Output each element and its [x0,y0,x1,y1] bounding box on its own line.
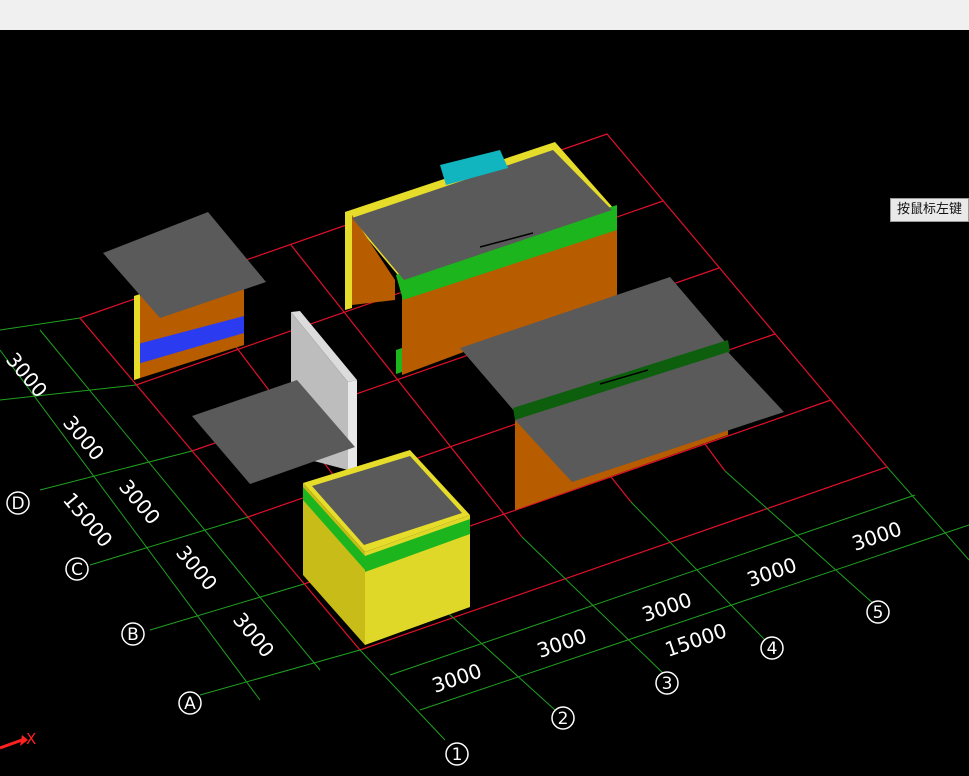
dim-line [0,384,137,401]
dim-col-3: 3000 [639,587,695,626]
axis-label-D: D [11,494,24,514]
hint-tooltip: 按鼠标左键 [890,198,969,222]
axis-label-2: 2 [558,709,569,729]
axis-bubble-C: C [65,557,89,581]
column-axis-bubbles: 1 2 3 4 5 [445,600,890,766]
dim-col-1: 3000 [429,658,485,697]
axis-label-C: C [71,560,83,580]
column-yellow[interactable] [134,294,140,380]
coordinate-indicator: X [0,730,36,750]
axis-label-B: B [127,625,139,645]
title-bar [0,0,969,30]
axis-label-4: 4 [767,639,778,659]
dim-line [0,317,81,331]
x-axis-label: X [26,730,36,748]
axis-bubble-D: D [6,491,30,515]
axis-bubble-B: B [121,622,145,646]
axis-bubble-2: 2 [551,706,575,730]
model-canvas[interactable]: A B C D 1 2 3 4 5 3000 3000 3000 3000 30… [0,30,969,776]
dim-line [199,649,361,696]
axis-bubble-5: 5 [866,600,890,624]
dim-row-total: 15000 [58,488,117,552]
partition-edge[interactable] [348,380,357,470]
dim-col-2: 3000 [534,623,590,662]
column-yellow-left[interactable] [345,210,352,310]
dim-line [39,450,193,491]
dim-line [359,649,446,741]
axis-label-5: 5 [873,603,884,623]
axis-label-A: A [184,694,196,714]
dim-line [89,516,249,566]
dim-row-1: 3000 [1,348,52,402]
axis-bubble-A: A [178,691,202,715]
dim-line [886,466,969,561]
dim-row-5: 3000 [228,608,279,662]
axis-label-3: 3 [662,674,673,694]
column-green[interactable] [396,348,402,374]
dim-col-4: 3000 [744,552,800,591]
axis-bubble-1: 1 [445,742,469,766]
dim-row-4: 3000 [171,541,222,595]
3d-model-viewport[interactable]: A B C D 1 2 3 4 5 3000 3000 3000 3000 30… [0,30,969,776]
dim-row-3: 3000 [114,475,165,529]
axis-bubble-3: 3 [655,671,679,695]
x-axis-arrow [0,738,23,750]
axis-label-1: 1 [452,745,463,765]
axis-bubble-4: 4 [760,636,784,660]
